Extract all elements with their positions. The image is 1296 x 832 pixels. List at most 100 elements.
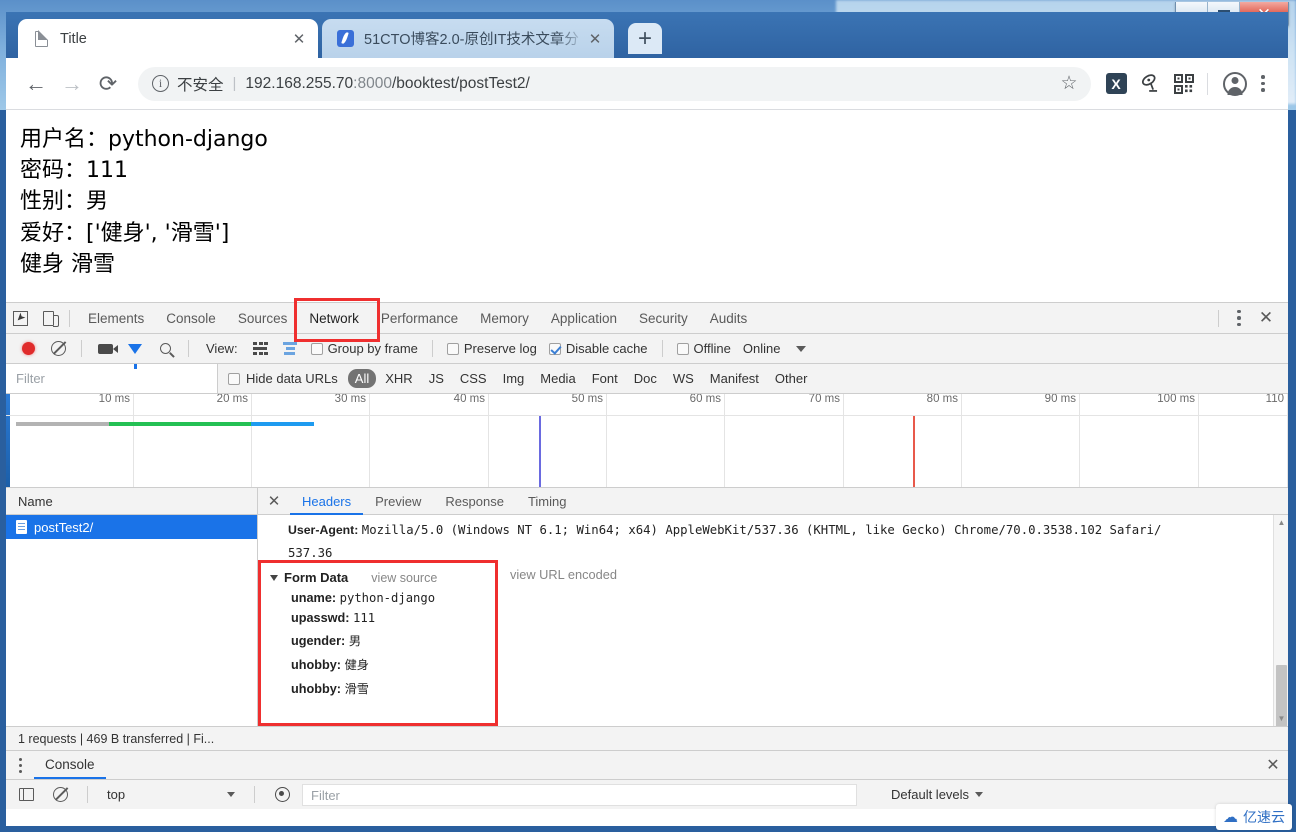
chevron-down-icon[interactable] bbox=[270, 574, 278, 581]
capture-screenshots-icon[interactable] bbox=[91, 335, 119, 363]
form-data-row: ugender: 男 bbox=[261, 625, 495, 649]
detail-close-icon[interactable]: ✕ bbox=[258, 492, 290, 510]
tab-memory[interactable]: Memory bbox=[469, 303, 540, 334]
scroll-down-arrow[interactable]: ▼ bbox=[1274, 711, 1288, 726]
console-filter-input[interactable]: Filter bbox=[302, 783, 857, 806]
view-list-icon[interactable] bbox=[246, 335, 274, 363]
tab-network[interactable]: Network bbox=[294, 297, 380, 342]
qr-code-icon[interactable] bbox=[1169, 66, 1199, 102]
scroll-up-arrow[interactable]: ▲ bbox=[1274, 515, 1288, 530]
console-levels-select[interactable]: Default levels bbox=[891, 787, 984, 802]
tab-close-icon[interactable]: ✕ bbox=[288, 28, 310, 50]
throttling-value: Online bbox=[742, 341, 781, 356]
tab-timing[interactable]: Timing bbox=[516, 488, 579, 515]
headers-content: User-Agent: Mozilla/5.0 (Windows NT 6.1;… bbox=[258, 515, 1288, 726]
network-lower-split: Name postTest2/ ✕ Headers Preview Respon… bbox=[6, 488, 1288, 726]
profile-avatar[interactable] bbox=[1220, 66, 1250, 102]
tab-application[interactable]: Application bbox=[540, 303, 628, 334]
tab-close-icon[interactable]: ✕ bbox=[584, 28, 606, 50]
reload-button[interactable]: ⟳ bbox=[90, 66, 126, 102]
new-tab-button[interactable]: + bbox=[628, 23, 662, 54]
drawer-close-icon[interactable]: ✕ bbox=[1258, 755, 1288, 775]
console-sidebar-icon[interactable] bbox=[12, 781, 40, 809]
checkbox-box bbox=[228, 372, 240, 385]
tab-response[interactable]: Response bbox=[433, 488, 516, 515]
devtools-close-icon[interactable]: ✕ bbox=[1252, 308, 1280, 328]
type-filter-img[interactable]: Img bbox=[496, 369, 532, 388]
tick-label: 110 bbox=[1265, 394, 1284, 405]
tab-performance[interactable]: Performance bbox=[370, 303, 469, 334]
type-filter-media[interactable]: Media bbox=[533, 369, 582, 388]
form-field-key: upasswd: bbox=[291, 611, 350, 625]
tab-console[interactable]: Console bbox=[155, 303, 227, 334]
forward-button[interactable]: → bbox=[54, 66, 90, 102]
info-icon[interactable]: i bbox=[152, 75, 169, 92]
clear-console-icon[interactable] bbox=[46, 781, 74, 809]
device-toolbar-icon[interactable] bbox=[34, 304, 62, 332]
type-filter-ws[interactable]: WS bbox=[666, 369, 701, 388]
table-row[interactable]: postTest2/ bbox=[6, 515, 257, 539]
type-filter-doc[interactable]: Doc bbox=[627, 369, 664, 388]
address-bar[interactable]: i 不安全 | 192.168.255.70:8000/booktest/pos… bbox=[138, 66, 1091, 101]
devtools-menu-icon[interactable] bbox=[1226, 300, 1252, 336]
type-filter-css[interactable]: CSS bbox=[453, 369, 494, 388]
type-filter-js[interactable]: JS bbox=[422, 369, 451, 388]
console-eye-icon[interactable] bbox=[268, 781, 296, 809]
three-dot-menu[interactable] bbox=[1250, 66, 1276, 102]
clear-button[interactable] bbox=[44, 335, 72, 363]
extension-x-icon[interactable]: X bbox=[1101, 66, 1131, 102]
timeline-bar-queueing bbox=[16, 422, 109, 426]
preserve-log-checkbox[interactable]: Preserve log bbox=[446, 341, 537, 356]
throttling-select[interactable]: Online bbox=[743, 341, 781, 356]
form-field-key: uhobby: bbox=[291, 658, 342, 672]
type-filter-manifest[interactable]: Manifest bbox=[703, 369, 766, 388]
type-filter-other[interactable]: Other bbox=[768, 369, 815, 388]
screen-root: ← → ⟳ ✕ Title ✕ 51CTO博客2.0-原创IT技术文章分 ✕ + bbox=[0, 0, 1296, 832]
type-filter-all[interactable]: All bbox=[347, 369, 377, 388]
tab-security[interactable]: Security bbox=[628, 303, 699, 334]
form-data-header[interactable]: Form Data view source bbox=[261, 563, 495, 585]
form-field-key: uname: bbox=[291, 591, 337, 605]
network-filter-input[interactable]: Filter bbox=[6, 364, 218, 393]
detail-scrollbar[interactable]: ▲ ▼ bbox=[1273, 515, 1288, 726]
tab-sources[interactable]: Sources bbox=[227, 303, 299, 334]
browser-tab-title[interactable]: Title ✕ bbox=[18, 19, 318, 58]
disable-cache-checkbox[interactable]: Disable cache bbox=[548, 341, 648, 356]
checkbox-box-checked bbox=[548, 342, 561, 355]
form-field-value: 健身 bbox=[344, 658, 369, 672]
view-url-encoded-link[interactable]: view URL encoded bbox=[510, 567, 617, 582]
request-detail-panel: ✕ Headers Preview Response Timing User-A… bbox=[258, 488, 1288, 726]
type-filter-font[interactable]: Font bbox=[585, 369, 625, 388]
tab-elements[interactable]: Elements bbox=[77, 303, 155, 334]
url-host: 192.168.255.70 bbox=[245, 74, 354, 92]
type-filter-xhr[interactable]: XHR bbox=[378, 369, 419, 388]
tab-preview[interactable]: Preview bbox=[363, 488, 433, 515]
tab-audits[interactable]: Audits bbox=[699, 303, 759, 334]
search-icon[interactable] bbox=[151, 335, 179, 363]
bookmark-star-icon[interactable]: ☆ bbox=[1053, 68, 1085, 100]
group-by-frame-checkbox[interactable]: Group by frame bbox=[310, 341, 418, 356]
network-filter-bar: Filter Hide data URLs All XHR JS CSS Img… bbox=[6, 364, 1288, 394]
browser-tab-51cto[interactable]: 51CTO博客2.0-原创IT技术文章分 ✕ bbox=[322, 19, 614, 58]
satellite-icon[interactable] bbox=[1135, 66, 1165, 102]
user-agent-row: User-Agent: Mozilla/5.0 (Windows NT 6.1;… bbox=[258, 515, 1288, 566]
record-button[interactable] bbox=[14, 335, 42, 363]
inspect-element-icon[interactable] bbox=[6, 304, 34, 332]
network-timeline-overview[interactable]: 10 ms 20 ms 30 ms 40 ms 50 ms 60 ms 70 m… bbox=[6, 394, 1288, 488]
throttling-caret-icon[interactable] bbox=[787, 335, 815, 363]
offline-checkbox[interactable]: Offline bbox=[676, 341, 731, 356]
tick-label: 40 ms bbox=[453, 394, 485, 405]
drawer-menu-icon[interactable] bbox=[6, 757, 34, 773]
request-name-header[interactable]: Name bbox=[6, 488, 257, 515]
network-toolbar: View: Group by frame Preserve log Disabl… bbox=[6, 334, 1288, 369]
checkbox-box bbox=[310, 342, 323, 355]
view-source-link[interactable]: view source bbox=[371, 571, 437, 585]
drawer-tab-console[interactable]: Console bbox=[34, 751, 106, 779]
view-waterfall-icon[interactable] bbox=[276, 335, 304, 363]
form-field-value: 男 bbox=[348, 634, 361, 648]
tab-headers[interactable]: Headers bbox=[290, 488, 363, 515]
console-context-select[interactable]: top bbox=[101, 787, 241, 802]
back-button[interactable]: ← bbox=[18, 66, 54, 102]
filter-funnel-icon[interactable] bbox=[121, 335, 149, 369]
hide-data-urls-checkbox[interactable]: Hide data URLs bbox=[218, 371, 348, 386]
